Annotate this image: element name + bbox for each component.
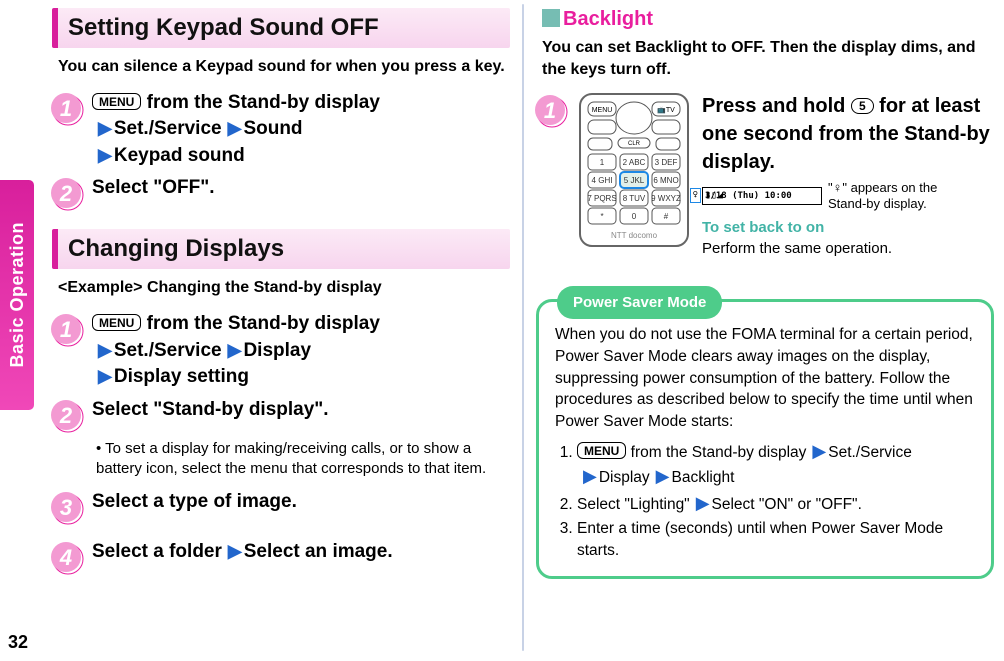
menu-key-icon: MENU (577, 442, 626, 459)
svg-text:4 GHI: 4 GHI (592, 176, 613, 185)
step-number-1: 1 (52, 90, 88, 126)
five-key-icon: 5 (851, 98, 874, 114)
svg-text:5 JKL: 5 JKL (624, 176, 645, 185)
svg-text:1: 1 (60, 96, 72, 121)
step-number-2: 2 (52, 175, 88, 211)
triangle-icon: ▶ (98, 145, 112, 165)
intro-keypad-sound: You can silence a Keypad sound for when … (58, 56, 510, 78)
triangle-icon: ▶ (98, 340, 112, 360)
heading-keypad-sound: Setting Keypad Sound OFF (52, 8, 510, 48)
example-label: <Example> Changing the Stand-by display (58, 277, 510, 299)
svg-text:NTT docomo: NTT docomo (611, 231, 658, 240)
svg-text:MENU: MENU (592, 107, 613, 114)
intro-backlight: You can set Backlight to OFF. Then the d… (542, 37, 994, 80)
triangle-icon: ▶ (656, 466, 670, 486)
svg-text:0: 0 (632, 212, 637, 221)
power-saver-para: When you do not use the FOMA terminal fo… (555, 324, 975, 432)
step-number-4: 4 (52, 539, 88, 575)
triangle-icon: ▶ (696, 493, 710, 513)
step-note: • To set a display for making/receiving … (96, 439, 510, 480)
step-number-1: 1 (52, 311, 88, 347)
menu-key-icon: MENU (92, 93, 141, 110)
section-tab: Basic Operation (0, 180, 34, 410)
step-number-1: 1 (536, 92, 572, 128)
triangle-icon: ▶ (812, 441, 826, 461)
svg-text:3 DEF: 3 DEF (655, 158, 678, 167)
svg-text:9 WXYZ: 9 WXYZ (651, 194, 681, 203)
power-saver-step-2: Select "Lighting"▶Select "ON" or "OFF". (577, 491, 975, 516)
svg-text:1: 1 (600, 158, 605, 167)
menu-key-icon: MENU (92, 314, 141, 331)
svg-text:*: * (600, 212, 603, 221)
svg-text:1: 1 (544, 98, 556, 123)
step-number-2: 2 (52, 397, 88, 433)
triangle-icon: ▶ (228, 541, 242, 561)
setback-text: Perform the same operation. (702, 238, 994, 259)
triangle-icon: ▶ (228, 340, 242, 360)
svg-text:📺TV: 📺TV (657, 106, 675, 114)
step-number-3: 3 (52, 489, 88, 525)
svg-text:CLR: CLR (628, 141, 641, 147)
page-number: 32 (8, 632, 28, 653)
svg-text:2 ABC: 2 ABC (623, 158, 646, 167)
triangle-icon: ▶ (228, 118, 242, 138)
svg-text:3: 3 (60, 495, 72, 520)
svg-text:2: 2 (59, 403, 73, 428)
power-saver-step-3: Enter a time (seconds) until when Power … (577, 518, 975, 561)
sub-heading-backlight: Backlight (542, 8, 994, 31)
bulb-indicator-icon: ♀ (690, 188, 701, 203)
heading-changing-displays: Changing Displays (52, 229, 510, 269)
triangle-icon: ▶ (98, 366, 112, 386)
svg-text:7 PQRS: 7 PQRS (587, 194, 616, 203)
setback-label: To set back to on (702, 217, 994, 238)
power-saver-step-1: MENU from the Stand-by display▶Set./Serv… (577, 439, 975, 489)
svg-text:1: 1 (60, 317, 72, 342)
svg-text:2: 2 (59, 181, 73, 206)
power-saver-title: Power Saver Mode (557, 286, 722, 319)
svg-text:#: # (664, 212, 669, 221)
triangle-icon: ▶ (98, 118, 112, 138)
column-divider (522, 4, 524, 651)
status-bar-icon: ▮▯◢♀ 3/18 (Thu) 10:00 (702, 187, 822, 205)
phone-keypad-icon: MENU 📺TV CLR 1 2 ABC 3 DEF 4 (574, 92, 694, 259)
triangle-icon: ▶ (583, 466, 597, 486)
svg-text:8 TUV: 8 TUV (623, 194, 646, 203)
power-saver-box: Power Saver Mode When you do not use the… (536, 299, 994, 578)
svg-text:4: 4 (59, 545, 72, 570)
status-note: "♀" appears on the Stand-by display. (828, 180, 968, 211)
svg-text:6 MNO: 6 MNO (653, 176, 678, 185)
